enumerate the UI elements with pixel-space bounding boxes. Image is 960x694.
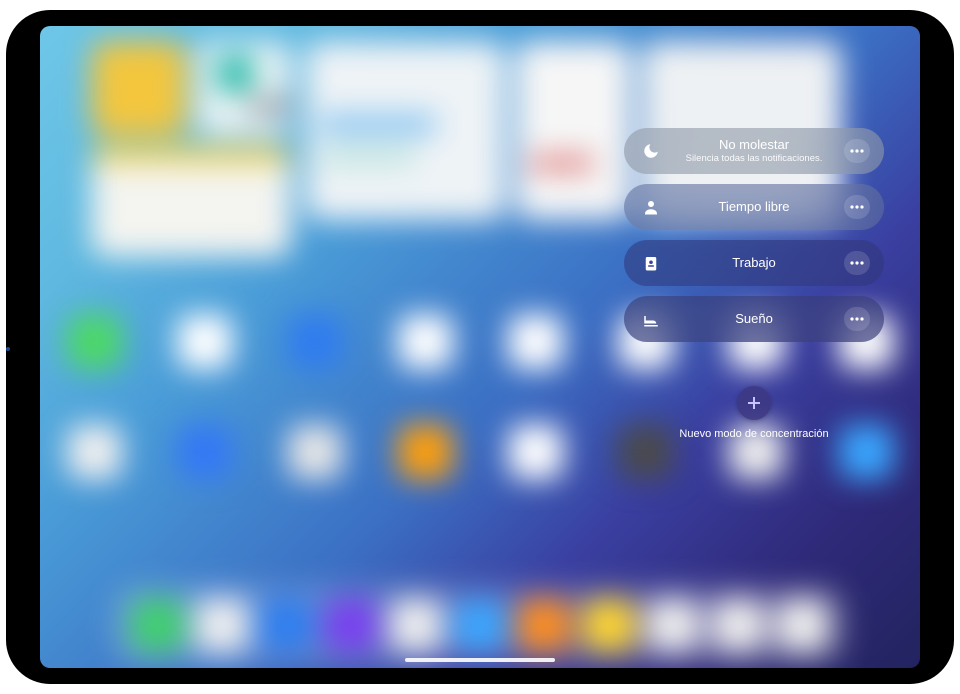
dock-app-icon [196,599,249,652]
app-icon [508,425,563,480]
badge-icon [638,250,664,276]
dock-app-icon [389,599,442,652]
app-icon [287,425,342,480]
dock-app-icon [260,599,313,652]
focus-item-sleep[interactable]: Sueño [624,296,884,342]
new-focus-button[interactable] [737,386,771,420]
ipad-frame: No molestar Silencia todas las notificac… [6,10,954,684]
dock-app-icon [583,599,636,652]
new-focus-section: Nuevo modo de concentración [624,386,884,440]
more-options-button[interactable] [844,307,870,331]
focus-item-title: Trabajo [670,256,838,271]
app-icon [398,425,453,480]
focus-item-title: Sueño [670,312,838,327]
dock-app-icon [712,599,765,652]
app-icon [67,314,122,369]
ipad-sensor-dot [6,347,10,351]
focus-item-subtitle: Silencia todas las notificaciones. [670,154,838,165]
dock-app-icon [454,599,507,652]
focus-item-text: Trabajo [664,256,844,271]
focus-item-title: No molestar [670,138,838,153]
widget-battery [197,41,292,136]
app-icon [177,425,232,480]
dock-app-icon [647,599,700,652]
widget-reminders [516,41,631,219]
dock-app-icon [131,599,184,652]
more-options-button[interactable] [844,251,870,275]
home-indicator[interactable] [405,658,555,662]
app-icon [177,314,232,369]
widget-calendar [306,41,506,219]
more-options-button[interactable] [844,195,870,219]
focus-item-do-not-disturb[interactable]: No molestar Silencia todas las notificac… [624,128,884,174]
widget-notes [92,41,187,136]
dock-app-icon [325,599,378,652]
ipad-screen: No molestar Silencia todas las notificac… [40,26,920,668]
focus-item-text: No molestar Silencia todas las notificac… [664,138,844,165]
focus-item-personal[interactable]: Tiempo libre [624,184,884,230]
app-icon [287,314,342,369]
app-icon [67,425,122,480]
new-focus-label: Nuevo modo de concentración [679,428,828,440]
focus-item-title: Tiempo libre [670,200,838,215]
moon-icon [638,138,664,164]
more-options-button[interactable] [844,139,870,163]
bed-icon [638,306,664,332]
app-icon [398,314,453,369]
dock [113,585,848,665]
dock-app-icon [518,599,571,652]
widget-notes-large [92,146,292,256]
focus-item-text: Sueño [664,312,844,327]
dock-app-icon [776,599,829,652]
focus-item-work[interactable]: Trabajo [624,240,884,286]
focus-item-text: Tiempo libre [664,200,844,215]
person-icon [638,194,664,220]
app-icon [508,314,563,369]
focus-mode-panel: No molestar Silencia todas las notificac… [624,128,884,440]
